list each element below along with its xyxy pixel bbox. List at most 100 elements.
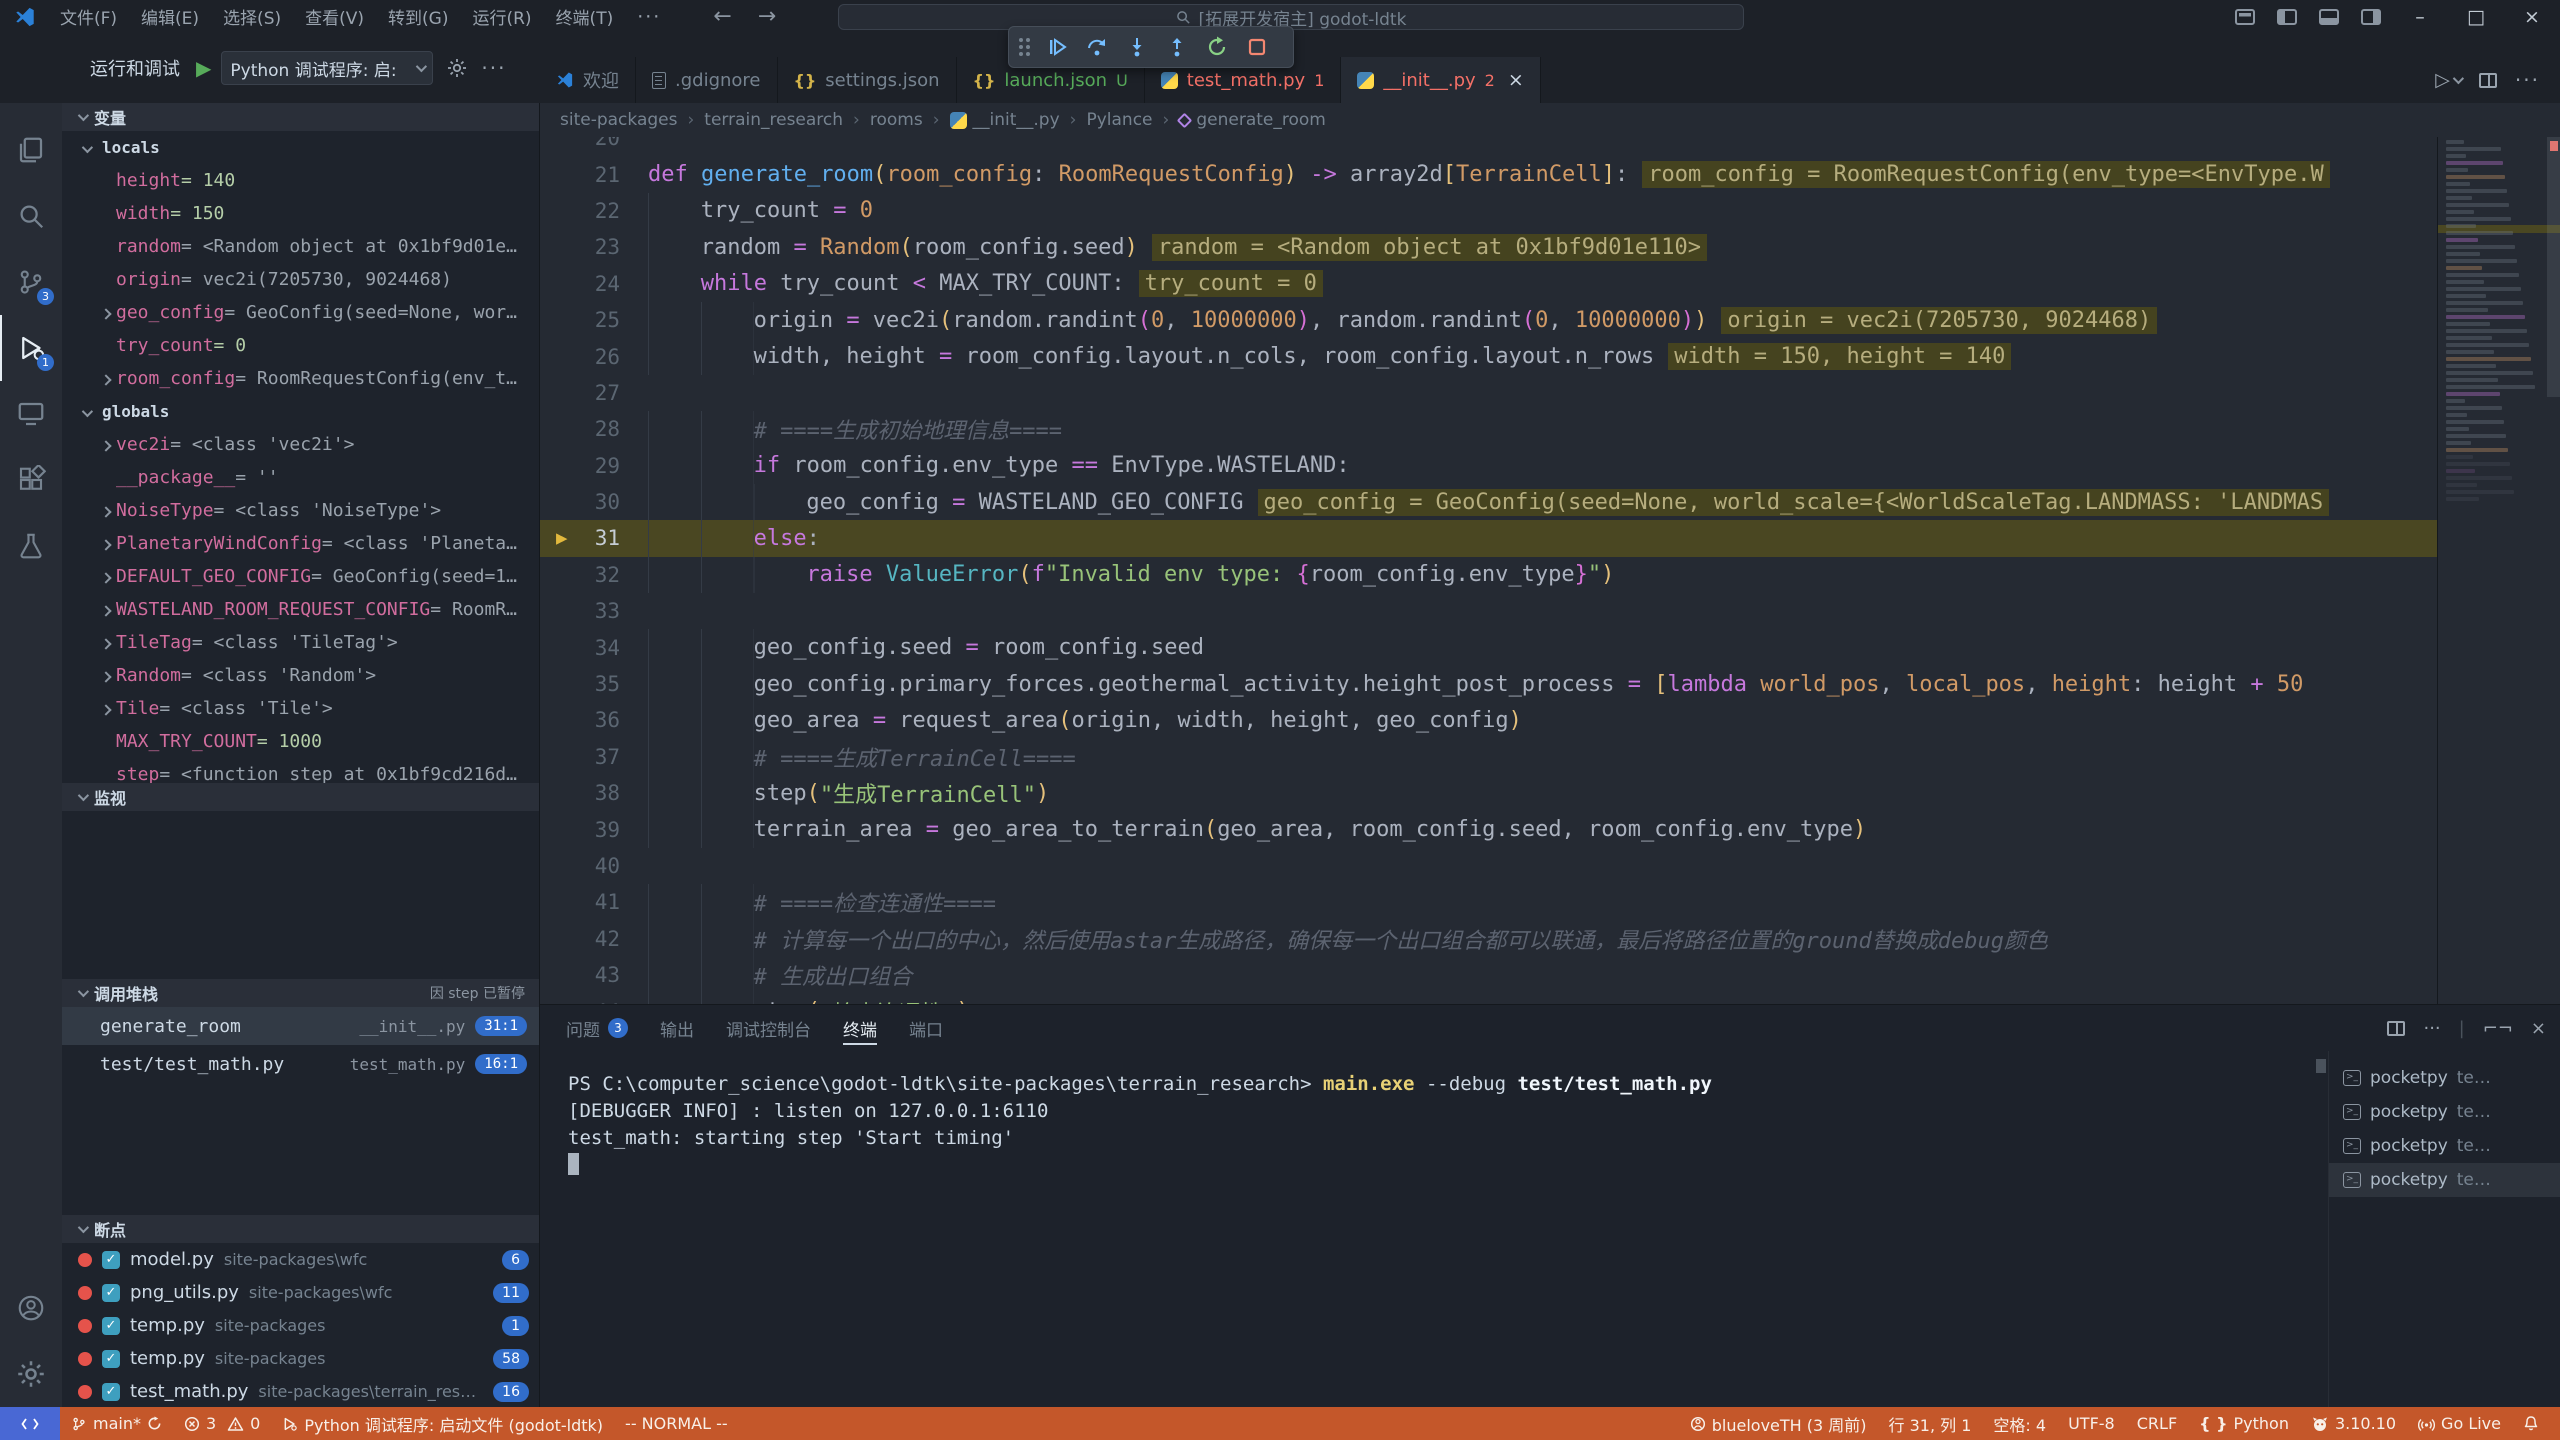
editor-more-actions-button[interactable]: ··· <box>2515 68 2540 92</box>
minimap[interactable] <box>2437 137 2560 1004</box>
activity-account[interactable] <box>0 1275 62 1341</box>
activity-testing[interactable] <box>0 513 62 579</box>
breakpoint-row[interactable]: ✓temp.pysite-packages58 <box>62 1342 539 1375</box>
activity-settings-gear[interactable] <box>0 1341 62 1407</box>
debug-settings-gear-icon[interactable] <box>447 58 467 78</box>
code-line-35[interactable]: 35geo_config.primary_forces.geothermal_a… <box>540 666 2437 702</box>
panel-close-icon[interactable]: × <box>2531 1018 2546 1039</box>
code-line-31[interactable]: 31▶else: <box>540 520 2437 556</box>
code-line-27[interactable]: 27 <box>540 375 2437 411</box>
menu-运行(R)[interactable]: 运行(R) <box>460 4 543 29</box>
tab-settings.json[interactable]: {}settings.json <box>778 57 957 103</box>
cursor-position-item[interactable]: 行 31, 列 1 <box>1878 1407 1983 1440</box>
debug-config-status-item[interactable]: Python 调试程序: 启动文件 (godot-ldtk) <box>271 1407 614 1440</box>
breadcrumb-item-site-packages[interactable]: site-packages <box>560 110 677 130</box>
code-line-33[interactable]: 33 <box>540 593 2437 629</box>
nav-back-icon[interactable]: ← <box>713 4 731 29</box>
debug-step-out-button[interactable] <box>1160 31 1194 63</box>
variables-group-globals[interactable]: globals <box>62 395 539 428</box>
tab-.gdignore[interactable]: .gdignore <box>636 57 778 103</box>
variable-row[interactable]: step = <function step at 0x1bf9cd216d… <box>62 758 539 783</box>
callstack-frame-generate_room[interactable]: generate_room__init__.py31:1 <box>62 1007 539 1045</box>
code-line-43[interactable]: 43# 生成出口组合 <box>540 957 2437 993</box>
terminal-instance-pocketpy[interactable]: >_pocketpyte… <box>2329 1095 2560 1129</box>
menu-选择(S)[interactable]: 选择(S) <box>211 4 293 29</box>
variable-row[interactable]: height = 140 <box>62 164 539 197</box>
breakpoints-section-header[interactable]: 断点 <box>62 1215 539 1243</box>
breadcrumb-item-Pylance[interactable]: Pylance <box>1086 110 1152 130</box>
menu-终端(T)[interactable]: 终端(T) <box>544 4 626 29</box>
activity-extensions[interactable] <box>0 447 62 513</box>
terminal-instance-pocketpy[interactable]: >_pocketpyte… <box>2329 1061 2560 1095</box>
code-line-42[interactable]: 42# 计算每一个出口的中心，然后使用astar生成路径，确保每一个出口组合都可… <box>540 921 2437 957</box>
tab-close-icon[interactable]: × <box>1508 69 1524 91</box>
terminal-scrollbar[interactable] <box>2314 1051 2328 1407</box>
problems-item[interactable]: 3 0 <box>173 1407 271 1440</box>
callstack-section-header[interactable]: 调用堆栈 因 step 已暂停 <box>62 979 539 1007</box>
terminal-instance-pocketpy[interactable]: >_pocketpyte… <box>2329 1129 2560 1163</box>
breakpoint-row[interactable]: ✓test_math.pysite-packages\terrain_res…1… <box>62 1375 539 1407</box>
split-editor-icon[interactable] <box>2479 73 2497 88</box>
encoding-item[interactable]: UTF-8 <box>2057 1407 2126 1440</box>
menu-编辑(E)[interactable]: 编辑(E) <box>129 4 211 29</box>
code-line-32[interactable]: 32raise ValueError(f"Invalid env type: {… <box>540 557 2437 593</box>
breakpoint-checkbox[interactable]: ✓ <box>102 1383 120 1401</box>
window-close-button[interactable]: × <box>2504 0 2560 33</box>
panel-maximize-icon[interactable]: ⌐¬ <box>2483 1018 2513 1039</box>
code-line-41[interactable]: 41# ====检查连通性==== <box>540 884 2437 920</box>
code-line-44[interactable]: 44step("检查连通性") <box>540 993 2437 1004</box>
variable-row[interactable]: NoiseType = <class 'NoiseType'> <box>62 494 539 527</box>
breakpoint-checkbox[interactable]: ✓ <box>102 1284 120 1302</box>
code-line-21[interactable]: 21def generate_room(room_config: RoomReq… <box>540 156 2437 192</box>
code-line-26[interactable]: 26width, height = room_config.layout.n_c… <box>540 338 2437 374</box>
panel-tab-问题[interactable]: 问题3 <box>566 1005 628 1051</box>
breadcrumb-item-__init__.py[interactable]: __init__.py <box>950 110 1060 130</box>
code-line-39[interactable]: 39terrain_area = geo_area_to_terrain(geo… <box>540 811 2437 847</box>
python-version-item[interactable]: 3.10.10 <box>2300 1407 2407 1440</box>
code-line-37[interactable]: 37# ====生成TerrainCell==== <box>540 739 2437 775</box>
eol-item[interactable]: CRLF <box>2126 1407 2188 1440</box>
toggle-sidebar-icon[interactable] <box>2277 9 2297 25</box>
code-line-28[interactable]: 28# ====生成初始地理信息==== <box>540 411 2437 447</box>
remote-indicator[interactable] <box>0 1407 60 1440</box>
window-minimize-button[interactable]: – <box>2392 0 2448 33</box>
start-debug-button[interactable]: ▶ <box>196 56 211 80</box>
panel-tab-端口[interactable]: 端口 <box>909 1005 943 1051</box>
breakpoint-row[interactable]: ✓png_utils.pysite-packages\wfc11 <box>62 1276 539 1309</box>
variable-row[interactable]: MAX_TRY_COUNT = 1000 <box>62 725 539 758</box>
debug-stop-button[interactable] <box>1240 31 1274 63</box>
debug-more-actions-button[interactable]: ··· <box>481 56 506 80</box>
customize-layout-icon[interactable] <box>2235 9 2255 25</box>
activity-remote-explorer[interactable] <box>0 381 62 447</box>
variable-row[interactable]: origin = vec2i(7205730, 9024468) <box>62 263 539 296</box>
code-line-34[interactable]: 34geo_config.seed = room_config.seed <box>540 629 2437 665</box>
variable-row[interactable]: geo_config = GeoConfig(seed=None, wor… <box>62 296 539 329</box>
panel-tab-调试控制台[interactable]: 调试控制台 <box>726 1005 811 1051</box>
breakpoint-checkbox[interactable]: ✓ <box>102 1350 120 1368</box>
code-line-38[interactable]: 38step("生成TerrainCell") <box>540 775 2437 811</box>
menu-文件(F)[interactable]: 文件(F) <box>48 4 129 29</box>
tab-欢迎[interactable]: 欢迎 <box>540 57 636 103</box>
toggle-panel-icon[interactable] <box>2319 9 2339 25</box>
breadcrumb-item-generate_room[interactable]: generate_room <box>1179 110 1326 130</box>
last-commit-item[interactable]: blueloveTH (3 周前) <box>1679 1407 1878 1440</box>
variables-section-header[interactable]: 变量 <box>62 103 539 131</box>
go-live-item[interactable]: Go Live <box>2407 1407 2512 1440</box>
code-line-36[interactable]: 36geo_area = request_area(origin, width,… <box>540 702 2437 738</box>
variable-row[interactable]: try_count = 0 <box>62 329 539 362</box>
variable-row[interactable]: Tile = <class 'Tile'> <box>62 692 539 725</box>
breadcrumb-item-rooms[interactable]: rooms <box>870 110 923 130</box>
breakpoint-checkbox[interactable]: ✓ <box>102 1317 120 1335</box>
code-line-30[interactable]: 30geo_config = WASTELAND_GEO_CONFIGgeo_c… <box>540 484 2437 520</box>
code-line-20[interactable]: 20 <box>540 137 2437 156</box>
code-line-25[interactable]: 25origin = vec2i(random.randint(0, 10000… <box>540 302 2437 338</box>
breakpoint-row[interactable]: ✓temp.pysite-packages1 <box>62 1309 539 1342</box>
variable-row[interactable]: TileTag = <class 'TileTag'> <box>62 626 539 659</box>
toggle-secondary-sidebar-icon[interactable] <box>2361 9 2381 25</box>
debug-step-over-button[interactable] <box>1080 31 1114 63</box>
watch-section-header[interactable]: 监视 <box>62 783 539 811</box>
run-python-file-button[interactable]: ▷ <box>2435 69 2461 91</box>
terminal-instance-pocketpy[interactable]: >_pocketpyte… <box>2329 1163 2560 1197</box>
debug-continue-button[interactable] <box>1040 31 1074 63</box>
panel-more-actions-button[interactable]: ··· <box>2423 1018 2440 1039</box>
